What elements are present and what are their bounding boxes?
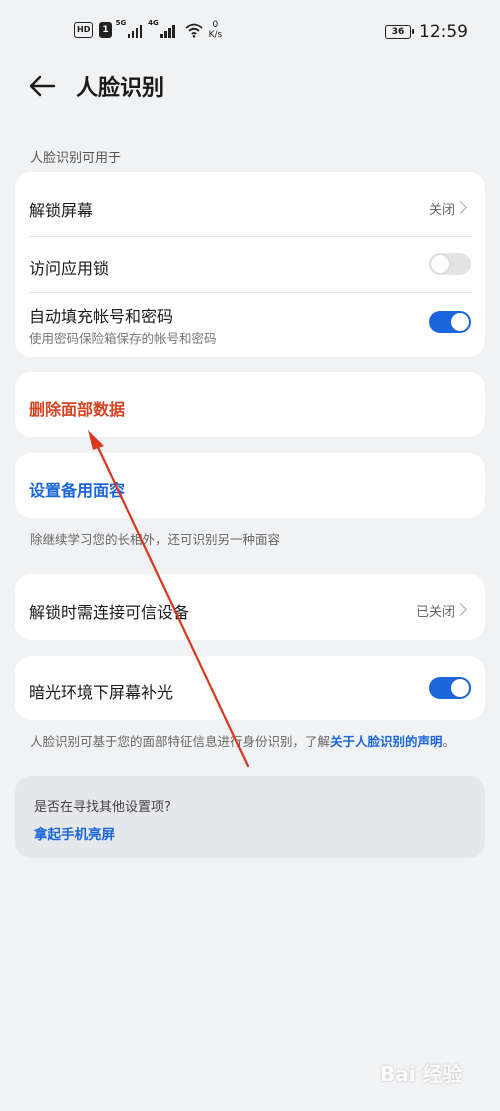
section-label: 人脸识别可用于 [30, 151, 122, 166]
hd-icon: HD [74, 22, 94, 38]
disclaimer-link[interactable]: 关于人脸识别的声明 [330, 734, 443, 749]
unlock-screen-row[interactable]: 解锁屏幕 关闭 [15, 172, 485, 236]
status-bar: HD 1 5G 4G 0 K/s 36 12:59 [0, 0, 500, 62]
low-light-card[interactable]: 暗光环境下屏幕补光 [15, 656, 485, 720]
signal-5g-icon: 5G [116, 19, 143, 38]
alt-face-button[interactable]: 设置备用面容 [29, 477, 125, 501]
suggestion-question: 是否在寻找其他设置项? [34, 800, 171, 815]
clock: 12:59 [419, 22, 468, 42]
network-speed: 0 K/s [208, 20, 223, 40]
disclaimer: 人脸识别可基于您的面部特征信息进行身份识别，了解关于人脸识别的声明。 [30, 734, 456, 749]
suggestion-link[interactable]: 拿起手机亮屏 [34, 823, 115, 843]
trusted-device-card[interactable]: 解锁时需连接可信设备 已关闭 [15, 574, 485, 640]
watermark: Bai 经验 [380, 1062, 463, 1086]
header: 人脸识别 [0, 62, 500, 110]
wifi-icon [185, 23, 203, 38]
trusted-device-label: 解锁时需连接可信设备 [29, 603, 190, 622]
low-light-toggle[interactable] [429, 677, 471, 699]
usage-card: 解锁屏幕 关闭 访问应用锁 自动填充帐号和密码 使用密码保险箱保存的帐号和密码 [15, 172, 485, 357]
delete-face-button[interactable]: 删除面部数据 [29, 396, 125, 420]
back-arrow-icon[interactable] [26, 71, 58, 101]
unlock-screen-label: 解锁屏幕 [29, 201, 94, 220]
battery-icon: 36 [385, 25, 414, 39]
trusted-device-value: 已关闭 [415, 605, 455, 620]
autofill-label: 自动填充帐号和密码 [29, 307, 174, 326]
autofill-toggle[interactable] [429, 311, 471, 333]
page-title: 人脸识别 [76, 76, 165, 101]
autofill-row[interactable]: 自动填充帐号和密码 使用密码保险箱保存的帐号和密码 [15, 292, 485, 357]
chevron-right-icon [454, 603, 467, 616]
autofill-desc: 使用密码保险箱保存的帐号和密码 [29, 331, 217, 346]
alt-face-card[interactable]: 设置备用面容 [15, 453, 485, 518]
sim-icon: 1 [99, 22, 112, 38]
chevron-right-icon [454, 201, 467, 214]
signal-4g-icon: 4G [148, 19, 175, 38]
unlock-screen-value: 关闭 [428, 203, 455, 218]
app-lock-row[interactable]: 访问应用锁 [15, 236, 485, 292]
app-lock-toggle[interactable] [429, 253, 471, 275]
annotation-arrow [88, 430, 250, 768]
low-light-label: 暗光环境下屏幕补光 [29, 683, 174, 702]
alt-face-note: 除继续学习您的长相外，还可识别另一种面容 [30, 532, 281, 547]
delete-face-card[interactable]: 删除面部数据 [15, 372, 485, 437]
suggestion-card: 是否在寻找其他设置项? 拿起手机亮屏 [15, 776, 485, 858]
app-lock-label: 访问应用锁 [29, 259, 110, 278]
